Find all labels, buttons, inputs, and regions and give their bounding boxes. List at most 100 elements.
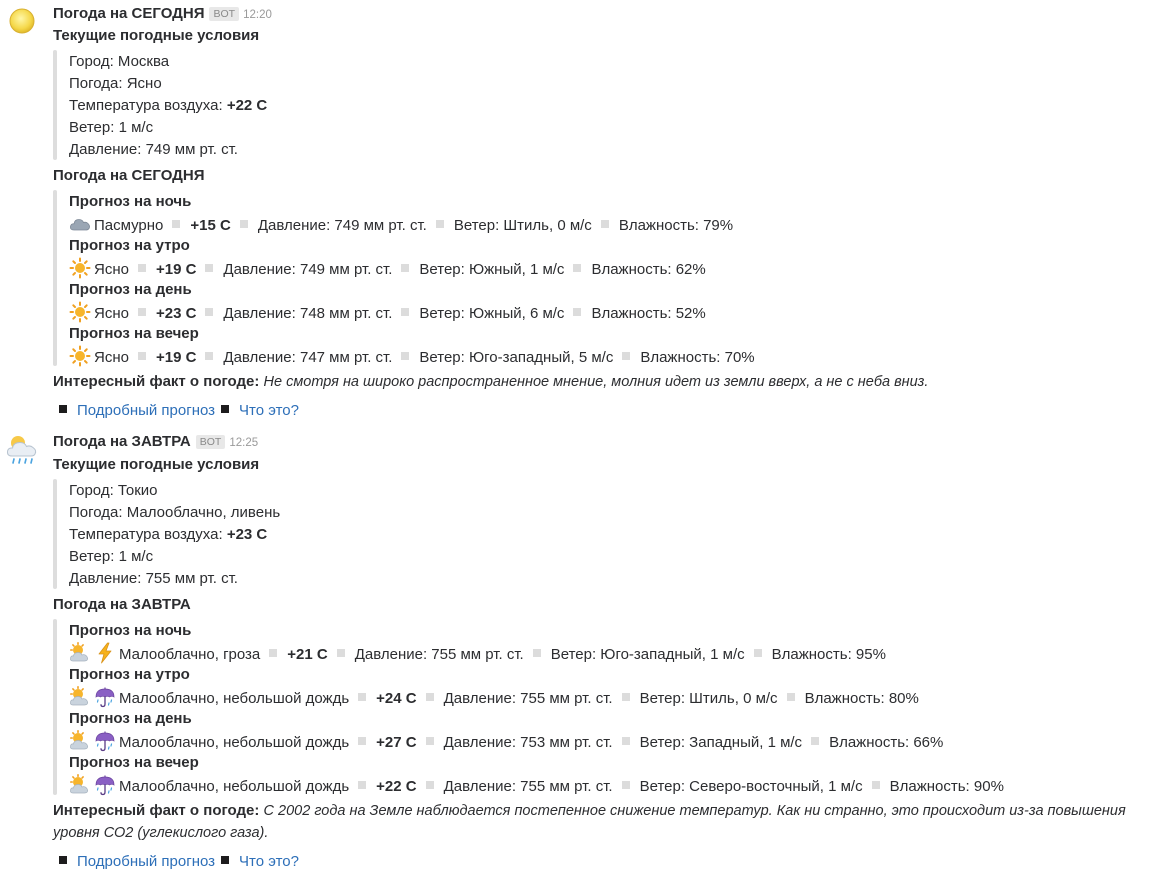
separator	[336, 649, 345, 657]
current-pressure: Давление: 749 мм рт. ст.	[69, 141, 238, 158]
separator	[269, 649, 278, 657]
sun-icon	[69, 301, 91, 323]
bot-tag: BOT	[195, 435, 226, 449]
separator	[600, 220, 609, 228]
message-header: Погода на ЗАВТРА BOT 12:25	[53, 431, 258, 453]
forecast-title: Погода на ЗАВТРА	[53, 596, 191, 613]
quote-bar	[53, 619, 57, 795]
quote-bar	[53, 479, 57, 589]
forecast-period-title: Прогноз на день	[69, 281, 192, 298]
bullet	[59, 856, 67, 864]
separator	[172, 220, 181, 228]
forecast-row: Малооблачно, небольшой дождь +22 С Давлени…	[69, 774, 1004, 796]
separator	[621, 781, 630, 789]
forecast-row: Ясно +23 С Давление: 748 мм рт. ст. Ветер: …	[69, 301, 706, 323]
separator	[871, 781, 880, 789]
current-city: Город: Москва	[69, 53, 170, 70]
bot-tag: BOT	[209, 7, 240, 21]
sender-name[interactable]: Погода на СЕГОДНЯ	[53, 5, 204, 22]
current-conditions-title: Текущие погодные условия	[53, 456, 260, 473]
separator	[401, 264, 410, 272]
sun-behind-cloud-icon	[69, 774, 91, 796]
what-is-this-link[interactable]: Что это?	[239, 853, 299, 870]
forecast-period-title: Прогноз на день	[69, 710, 192, 727]
separator	[205, 308, 214, 316]
link-row: Подробный прогноз Что это?	[53, 400, 299, 422]
sun-behind-cloud-icon	[69, 730, 91, 752]
separator	[621, 737, 630, 745]
current-wind: Ветер: 1 м/с	[69, 119, 154, 136]
separator	[532, 649, 541, 657]
current-weather: Погода: Ясно	[69, 75, 162, 92]
separator	[358, 781, 367, 789]
separator	[573, 264, 582, 272]
weather-fact: Интересный факт о погоде: С 2002 года на…	[53, 800, 1173, 844]
forecast-row: Малооблачно, небольшой дождь +27 С Давлени…	[69, 730, 943, 752]
sun-icon	[69, 257, 91, 279]
sun-behind-cloud-icon	[69, 686, 91, 708]
forecast-period-title: Прогноз на утро	[69, 237, 190, 254]
what-is-this-link[interactable]: Что это?	[239, 402, 299, 419]
detailed-forecast-link[interactable]: Подробный прогноз	[77, 402, 215, 419]
sun-icon[interactable]	[6, 4, 42, 40]
forecast-row: Пасмурно +15 С Давление: 749 мм рт. ст. Вет…	[69, 213, 733, 235]
separator	[137, 352, 146, 360]
sender-name[interactable]: Погода на ЗАВТРА	[53, 433, 191, 450]
umbrella-rain-icon	[94, 774, 116, 796]
separator	[425, 781, 434, 789]
separator	[425, 693, 434, 701]
forecast-period-title: Прогноз на ночь	[69, 193, 192, 210]
separator	[621, 693, 630, 701]
separator	[358, 693, 367, 701]
bullet	[221, 405, 230, 413]
separator	[205, 264, 214, 272]
forecast-row: Малооблачно, небольшой дождь +24 С Давлени…	[69, 686, 919, 708]
sun-behind-cloud-icon	[69, 642, 91, 664]
weather-fact: Интересный факт о погоде: Не смотря на ш…	[53, 371, 928, 393]
rain-cloud-icon[interactable]	[6, 432, 42, 468]
bullet	[221, 856, 230, 864]
fact-label: Интересный факт о погоде:	[53, 373, 260, 390]
current-weather: Погода: Малооблачно, ливень	[69, 504, 281, 521]
separator	[786, 693, 795, 701]
forecast-period-title: Прогноз на ночь	[69, 622, 192, 639]
umbrella-rain-icon	[94, 730, 116, 752]
message-header: Погода на СЕГОДНЯ BOT 12:20	[53, 3, 272, 25]
link-row: Подробный прогноз Что это?	[53, 851, 299, 873]
separator	[622, 352, 631, 360]
forecast-period-title: Прогноз на вечер	[69, 325, 199, 342]
forecast-row: Ясно +19 С Давление: 747 мм рт. ст. Ветер: …	[69, 345, 755, 367]
quote-bar	[53, 190, 57, 366]
umbrella-rain-icon	[94, 686, 116, 708]
bullet	[59, 405, 67, 413]
current-temperature: Температура воздуха: +22 С	[69, 97, 268, 114]
detailed-forecast-link[interactable]: Подробный прогноз	[77, 853, 215, 870]
separator	[401, 352, 410, 360]
cloud-icon	[69, 213, 91, 235]
forecast-row: Ясно +19 С Давление: 749 мм рт. ст. Ветер: …	[69, 257, 706, 279]
current-temperature: Температура воздуха: +23 С	[69, 526, 268, 543]
quote-bar	[53, 50, 57, 160]
separator	[573, 308, 582, 316]
current-city: Город: Токио	[69, 482, 158, 499]
timestamp[interactable]: 12:20	[243, 9, 272, 21]
current-conditions-title: Текущие погодные условия	[53, 27, 260, 44]
fact-label: Интересный факт о погоде:	[53, 802, 260, 819]
separator	[205, 352, 214, 360]
separator	[401, 308, 410, 316]
forecast-title: Погода на СЕГОДНЯ	[53, 167, 205, 184]
current-wind: Ветер: 1 м/с	[69, 548, 154, 565]
forecast-period-title: Прогноз на вечер	[69, 754, 199, 771]
separator	[239, 220, 248, 228]
forecast-period-title: Прогноз на утро	[69, 666, 190, 683]
forecast-row: Малооблачно, гроза +21 С Давление: 755 мм …	[69, 642, 886, 664]
separator	[811, 737, 820, 745]
separator	[358, 737, 367, 745]
separator	[425, 737, 434, 745]
sun-icon	[69, 345, 91, 367]
separator	[435, 220, 444, 228]
separator	[137, 308, 146, 316]
timestamp[interactable]: 12:25	[229, 437, 258, 449]
fact-text: Не смотря на широко распространенное мне…	[263, 374, 929, 390]
separator	[753, 649, 762, 657]
